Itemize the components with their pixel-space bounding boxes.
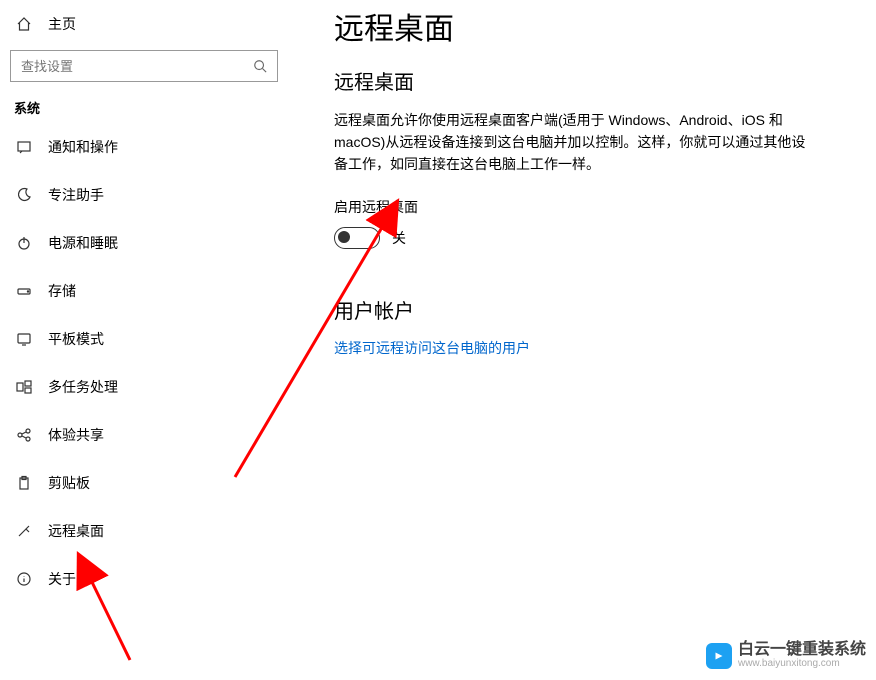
sidebar-item-about[interactable]: 关于: [0, 555, 307, 603]
multitask-icon: [14, 377, 34, 397]
nav-list: 通知和操作 专注助手 电源和睡眠 存储: [0, 123, 307, 603]
watermark-title: 白云一键重装系统: [738, 642, 866, 658]
section-title-remote: 远程桌面: [334, 66, 856, 95]
sidebar-item-notifications[interactable]: 通知和操作: [0, 123, 307, 171]
moon-icon: [14, 185, 34, 205]
sidebar-item-label: 通知和操作: [48, 137, 118, 157]
sidebar-item-label: 多任务处理: [48, 377, 118, 397]
sidebar-item-label: 平板模式: [48, 329, 104, 349]
home-nav[interactable]: 主页: [0, 8, 307, 40]
sidebar-item-remote[interactable]: 远程桌面: [0, 507, 307, 555]
sidebar-item-tablet[interactable]: 平板模式: [0, 315, 307, 363]
notifications-icon: [14, 137, 34, 157]
sidebar-item-label: 存储: [48, 281, 76, 301]
sidebar-item-label: 远程桌面: [48, 521, 104, 541]
sidebar-item-label: 体验共享: [48, 425, 104, 445]
search-icon: [251, 57, 269, 75]
sidebar-item-storage[interactable]: 存储: [0, 267, 307, 315]
home-icon: [14, 14, 34, 34]
search-input[interactable]: [19, 58, 251, 75]
sidebar-item-shared[interactable]: 体验共享: [0, 411, 307, 459]
tablet-icon: [14, 329, 34, 349]
category-label: 系统: [0, 86, 307, 123]
toggle-label: 启用远程桌面: [334, 197, 856, 217]
home-label: 主页: [48, 14, 76, 34]
sidebar: 主页 系统 通知和操作: [0, 0, 308, 680]
sidebar-item-clipboard[interactable]: 剪贴板: [0, 459, 307, 507]
share-icon: [14, 425, 34, 445]
toggle-knob: [338, 231, 350, 243]
clipboard-icon: [14, 473, 34, 493]
enable-remote-toggle[interactable]: [334, 227, 380, 249]
page-title: 远程桌面: [334, 4, 856, 48]
sidebar-item-label: 电源和睡眠: [48, 233, 118, 253]
storage-icon: [14, 281, 34, 301]
sidebar-item-power[interactable]: 电源和睡眠: [0, 219, 307, 267]
sidebar-item-label: 剪贴板: [48, 473, 90, 493]
toggle-state: 关: [392, 228, 406, 248]
select-users-link[interactable]: 选择可远程访问这台电脑的用户: [334, 340, 530, 356]
main-content: 远程桌面 远程桌面 远程桌面允许你使用远程桌面客户端(适用于 Windows、A…: [308, 0, 876, 680]
power-icon: [14, 233, 34, 253]
sidebar-item-label: 专注助手: [48, 185, 104, 205]
description-text: 远程桌面允许你使用远程桌面客户端(适用于 Windows、Android、iOS…: [334, 109, 814, 175]
info-icon: [14, 569, 34, 589]
remote-icon: [14, 521, 34, 541]
sidebar-item-label: 关于: [48, 569, 76, 589]
sidebar-item-multitask[interactable]: 多任务处理: [0, 363, 307, 411]
search-box[interactable]: [10, 50, 278, 82]
section-title-users: 用户帐户: [334, 295, 856, 324]
watermark: 白云一键重装系统 www.baiyunxitong.com: [706, 642, 866, 670]
watermark-badge-icon: [706, 643, 732, 669]
watermark-url: www.baiyunxitong.com: [738, 658, 866, 670]
sidebar-item-focus[interactable]: 专注助手: [0, 171, 307, 219]
